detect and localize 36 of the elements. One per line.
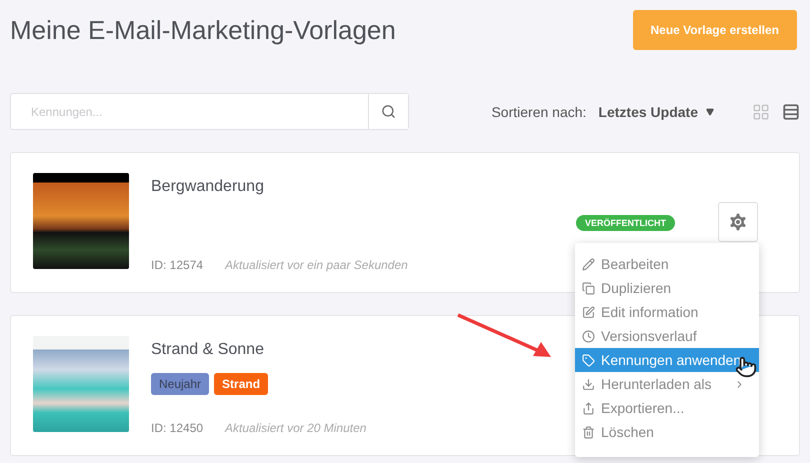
sort-label: Sortieren nach: — [491, 104, 586, 120]
search-bar[interactable]: Kennungen... — [10, 93, 409, 130]
tag-icon — [582, 354, 595, 366]
status-badge: VERÖFFENTLICHT — [576, 215, 675, 231]
menu-item[interactable]: Löschen — [575, 420, 759, 444]
menu-item[interactable]: Herunterladen als — [575, 372, 759, 396]
settings-icon — [727, 211, 749, 233]
list-view-button[interactable] — [782, 102, 800, 120]
settings-button[interactable] — [718, 202, 758, 242]
template-id: ID: 12574 — [151, 258, 204, 272]
search-field[interactable]: Kennungen... — [11, 94, 368, 129]
updated-time: Aktualisiert vor 20 Minuten — [225, 421, 366, 435]
export-icon — [582, 402, 595, 414]
copy-icon — [582, 282, 595, 294]
page-title: Meine E-Mail-Marketing-Vorlagen — [10, 14, 396, 46]
search-icon — [381, 104, 396, 119]
template-id: ID: 12450 — [151, 421, 204, 435]
search-button[interactable] — [368, 94, 408, 129]
menu-item[interactable]: Edit information — [575, 300, 759, 324]
trash-icon — [582, 426, 595, 438]
edit-icon — [582, 258, 595, 270]
template-name[interactable]: Bergwanderung — [151, 178, 777, 196]
menu-item[interactable]: Kennungen anwenden — [575, 348, 759, 372]
download-icon — [582, 378, 595, 390]
tag-label: Neujahr — [151, 373, 210, 395]
menu-item[interactable]: Versionsverlauf — [575, 324, 759, 348]
info-icon — [582, 306, 595, 318]
menu-item[interactable]: Duplizieren — [575, 276, 759, 300]
history-icon — [582, 330, 595, 342]
menu-item[interactable]: Exportieren... — [575, 396, 759, 420]
menu-item[interactable]: Bearbeiten — [575, 252, 759, 276]
sort-dropdown[interactable]: Letztes Update — [592, 102, 720, 120]
caret-icon — [706, 108, 714, 116]
new-template-button[interactable]: Neue Vorlage erstellen — [632, 10, 797, 50]
tag-label: Strand — [214, 373, 268, 395]
updated-time: Aktualisiert vor ein paar Sekunden — [225, 258, 408, 272]
